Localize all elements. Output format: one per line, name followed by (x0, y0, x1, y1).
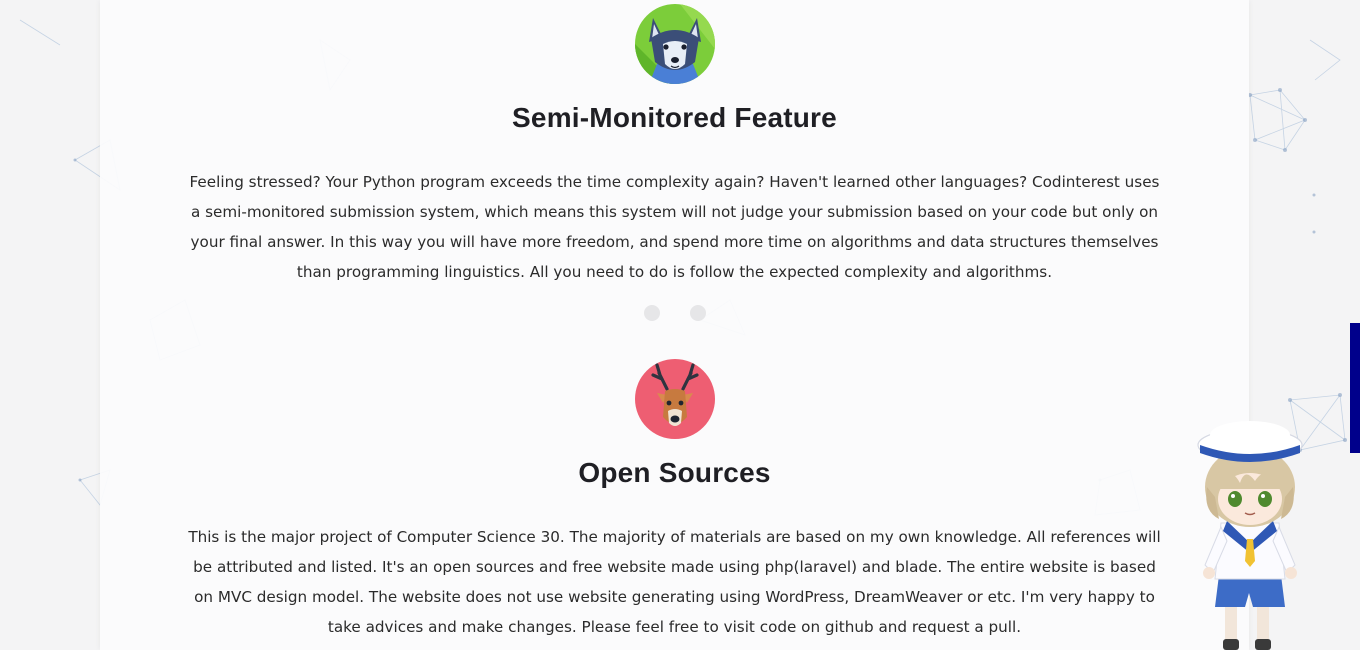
feature-description: This is the major project of Computer Sc… (188, 528, 1161, 636)
side-drawer-tab[interactable] (1350, 323, 1360, 453)
deer-icon (635, 359, 715, 439)
husky-icon (635, 4, 715, 84)
feature-title: Open Sources (578, 457, 771, 488)
feature-description: Feeling stressed? Your Python program ex… (189, 173, 1160, 281)
feature-title: Semi-Monitored Feature (512, 102, 837, 133)
features-card: Semi-Monitored Feature Feeling stressed?… (100, 0, 1249, 650)
mascot-character-icon (1197, 421, 1303, 650)
carousel-dots (644, 305, 714, 321)
carousel-dot-2[interactable] (690, 305, 706, 321)
carousel-dot-1[interactable] (644, 305, 660, 321)
